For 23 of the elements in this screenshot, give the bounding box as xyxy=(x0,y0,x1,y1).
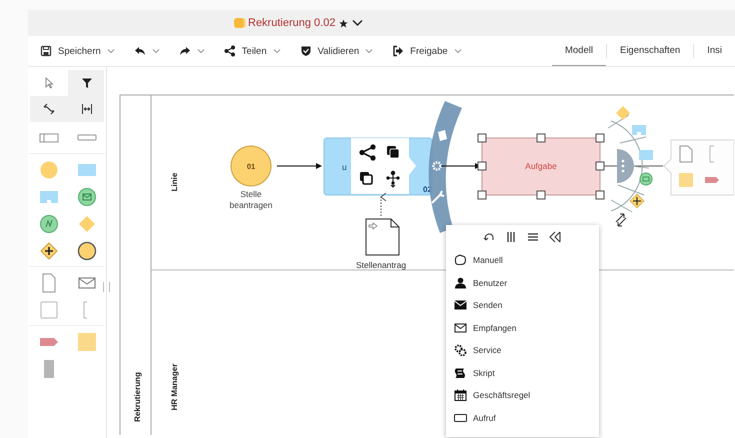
task-label: Aufgabe xyxy=(525,161,557,171)
lane-label: Linie xyxy=(170,172,179,192)
task-label: u xyxy=(342,162,347,172)
event-label: Stelle beantragen xyxy=(230,189,272,210)
view-tab[interactable]: Eigenschaften xyxy=(606,36,694,66)
menu-item[interactable]: Senden xyxy=(454,294,591,316)
release-button[interactable]: Freigabe xyxy=(392,45,471,57)
menu-item[interactable]: Benutzer xyxy=(454,272,591,294)
menu-item[interactable]: Geschäftsregel xyxy=(454,384,591,406)
validate-button[interactable]: Validieren xyxy=(300,45,382,57)
document-title: Rekrutierung 0.02 xyxy=(248,17,336,29)
data-object-label: Stellenantrag xyxy=(356,260,406,270)
menu-item[interactable]: Empfangen xyxy=(454,316,591,339)
lane-label: HR Manager xyxy=(170,364,179,410)
menu-item[interactable]: Aufruf xyxy=(454,406,591,429)
menu-item[interactable]: Skript xyxy=(454,362,591,384)
task-number: 02 xyxy=(423,185,432,194)
share-button[interactable]: Teilen xyxy=(224,45,290,57)
save-button[interactable]: Speichern xyxy=(40,45,124,57)
menu-item[interactable]: Manuell xyxy=(454,249,591,272)
pool-label: Rekrutierung xyxy=(133,372,142,422)
view-tab[interactable]: Insi xyxy=(694,36,735,66)
menu-item[interactable]: Service xyxy=(454,339,591,362)
